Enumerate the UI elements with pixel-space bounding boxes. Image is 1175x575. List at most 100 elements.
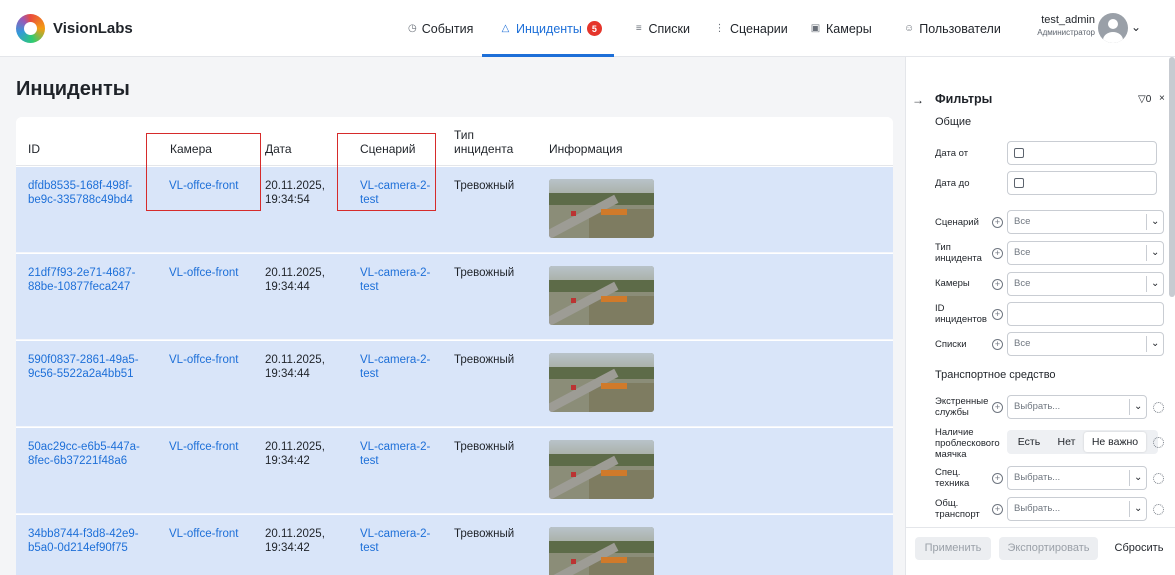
active-filter-count-value: 0 [1145,94,1152,105]
scenario-link[interactable]: VL-camera-2- test [360,527,430,555]
scenario-column-highlight [337,133,436,211]
scenario-link[interactable]: VL-camera-2- test [360,440,430,468]
nav-item-cameras[interactable]: ▣ Камеры [800,0,890,57]
beacon-option-yes[interactable]: Есть [1009,432,1049,452]
gear-icon[interactable] [1153,437,1164,448]
incident-type-label-2: инцидента [935,253,982,264]
scenario-name-part-2: test [360,455,379,467]
add-icon[interactable]: + [992,339,1003,350]
add-icon[interactable]: + [992,248,1003,259]
column-header-date[interactable]: Дата [265,142,292,156]
beacon-option-any[interactable]: Не важно [1084,432,1146,452]
gear-icon[interactable] [1153,504,1164,515]
cameras-label: Камеры [935,278,970,289]
nav-item-lists[interactable]: ≡ Списки [614,0,700,57]
logo-text: VisionLabs [53,20,133,37]
incident-date: 20.11.2025, 19:34:42 [265,527,325,555]
incident-thumbnail[interactable] [549,353,654,412]
incident-id-part-1: dfdb8535-168f-498f- [28,180,133,192]
panel-scrollbar[interactable] [1169,57,1175,297]
emergency-label-2: службы [935,407,969,418]
incident-thumbnail[interactable] [549,440,654,499]
user-info[interactable]: test_admin Администратор [1030,14,1095,37]
incident-id-link[interactable]: dfdb8535-168f-498f-be9c-335788c49bd4 [28,179,133,207]
beacon-option-no[interactable]: Нет [1049,432,1084,452]
reset-button[interactable]: Сбросить [1106,537,1172,560]
incident-date-day: 20.11.2025, [265,354,325,366]
clock-icon: ◷ [408,23,417,34]
chevron-down-icon[interactable]: ⌄ [1131,20,1141,34]
table-row[interactable]: 34bb8744-f3d8-42e9- b5a0-0d214ef90f75 VL-o… [16,515,893,575]
beacon-label-1: Наличие [935,427,974,438]
column-header-type-line2[interactable]: инцидента [454,142,513,156]
add-icon[interactable]: + [992,504,1003,515]
incident-id-link[interactable]: 50ac29cc-e6b5-447a- 8fec-6b37221f48a6 [28,440,140,468]
table-row[interactable]: 21df7f93-2e71-4687- 88be-10877feca247 VL-o… [16,254,893,340]
camera-link[interactable]: VL-offce-front [169,266,238,280]
incident-type: Тревожный [454,528,515,540]
date-from-label: Дата от [935,148,969,159]
add-icon[interactable]: + [992,217,1003,228]
cameras-select[interactable]: Все ⌄ [1007,272,1164,296]
nav-item-scenarios[interactable]: ⋮ Сценарии [700,0,800,57]
date-from-input[interactable] [1007,141,1157,165]
table-row[interactable]: 590f0837-2861-49a5- 9c56-5522a2a4bb51 VL-o… [16,341,893,427]
incident-id-link[interactable]: 21df7f93-2e71-4687- 88be-10877feca247 [28,266,135,294]
active-filters-count[interactable]: ▽0 [1138,94,1151,105]
emergency-select[interactable]: Выбрать... ⌄ [1007,395,1147,419]
gear-icon[interactable] [1153,402,1164,413]
public-select-placeholder: Выбрать... [1014,503,1061,514]
users-icon: ☺ [904,23,915,34]
scenario-select-value: Все [1014,216,1031,227]
select-divider [1146,276,1147,292]
column-header-type-line1[interactable]: Тип [454,128,474,142]
collapse-arrow-icon[interactable]: → [912,93,924,107]
export-button[interactable]: Экспортировать [999,537,1098,560]
warning-icon: △ [501,23,510,34]
incident-type: Тревожный [454,180,515,192]
clear-filters-icon[interactable]: × [1159,93,1165,104]
table-row[interactable]: 50ac29cc-e6b5-447a- 8fec-6b37221f48a6 VL-o… [16,428,893,514]
public-transport-select[interactable]: Выбрать... ⌄ [1007,497,1147,521]
apply-button[interactable]: Применить [915,537,991,560]
add-icon[interactable]: + [992,402,1003,413]
chevron-down-icon: ⌄ [1134,472,1143,483]
scenario-label: Сценарий [935,217,979,228]
public-label-1: Общ. [935,498,959,509]
gear-icon[interactable] [1153,473,1164,484]
incident-thumbnail[interactable] [549,266,654,325]
nav-item-incidents[interactable]: △ Инциденты 5 [482,0,614,57]
incident-id-link[interactable]: 34bb8744-f3d8-42e9- b5a0-0d214ef90f75 [28,527,139,555]
nav-item-users[interactable]: ☺ Пользователи [890,0,1010,57]
incident-id-part-1: 50ac29cc-e6b5-447a- [28,441,140,453]
camera-link[interactable]: VL-offce-front [169,440,238,454]
logo[interactable]: VisionLabs [16,14,133,43]
camera-link[interactable]: VL-offce-front [169,527,238,541]
scenario-link[interactable]: VL-camera-2- test [360,266,430,294]
date-to-input[interactable] [1007,171,1157,195]
scenario-name-part-2: test [360,368,379,380]
incident-type-select[interactable]: Все ⌄ [1007,241,1164,265]
lists-select[interactable]: Все ⌄ [1007,332,1164,356]
scenario-select[interactable]: Все ⌄ [1007,210,1164,234]
scenario-link[interactable]: VL-camera-2- test [360,353,430,381]
scenario-name-part-1: VL-camera-2- [360,354,431,366]
column-header-id[interactable]: ID [28,142,40,156]
nav-item-label: Пользователи [919,21,1001,36]
avatar[interactable] [1098,13,1128,43]
general-section-title: Общие [935,116,972,128]
incident-thumbnail[interactable] [549,179,654,238]
incident-ids-input[interactable] [1007,302,1164,326]
incident-id-link[interactable]: 590f0837-2861-49a5- 9c56-5522a2a4bb51 [28,353,139,381]
add-icon[interactable]: + [992,473,1003,484]
add-icon[interactable]: + [992,279,1003,290]
lists-select-value: Все [1014,338,1031,349]
special-select[interactable]: Выбрать... ⌄ [1007,466,1147,490]
special-select-placeholder: Выбрать... [1014,472,1061,483]
incident-date: 20.11.2025, 19:34:44 [265,353,325,381]
camera-link[interactable]: VL-offce-front [169,353,238,367]
logo-mark-icon [16,14,45,43]
incident-thumbnail[interactable] [549,527,654,575]
nav-item-events[interactable]: ◷ События [398,0,482,57]
add-icon[interactable]: + [992,309,1003,320]
